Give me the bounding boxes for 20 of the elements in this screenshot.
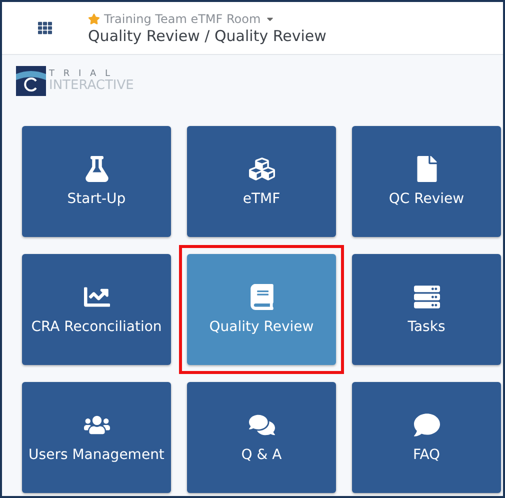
server-icon	[414, 284, 440, 310]
logo-text: INTERACTIVE	[49, 79, 134, 92]
star-icon[interactable]	[88, 12, 100, 24]
module-tile[interactable]: CRA Reconciliation	[22, 254, 171, 365]
module-tile[interactable]: Q & A	[187, 382, 336, 493]
page-title: Quality Review / Quality Review	[88, 26, 326, 44]
book-icon	[248, 284, 274, 310]
cubes-icon	[248, 156, 274, 182]
module-tile[interactable]: Quality Review	[187, 254, 336, 365]
apps-grid-icon[interactable]	[38, 21, 52, 35]
module-tile[interactable]: FAQ	[352, 382, 501, 493]
logo-mark-icon	[16, 66, 46, 96]
module-tile[interactable]: QC Review	[352, 126, 501, 237]
flask-icon	[84, 156, 110, 182]
module-tile[interactable]: Tasks	[352, 254, 501, 365]
module-tile[interactable]: eTMF	[187, 126, 336, 237]
module-tile[interactable]: Users Management	[22, 382, 171, 493]
logo-text: T R I A L	[49, 70, 114, 79]
module-tile[interactable]: Start-Up	[22, 126, 171, 237]
chat-bubble-icon	[414, 412, 440, 438]
